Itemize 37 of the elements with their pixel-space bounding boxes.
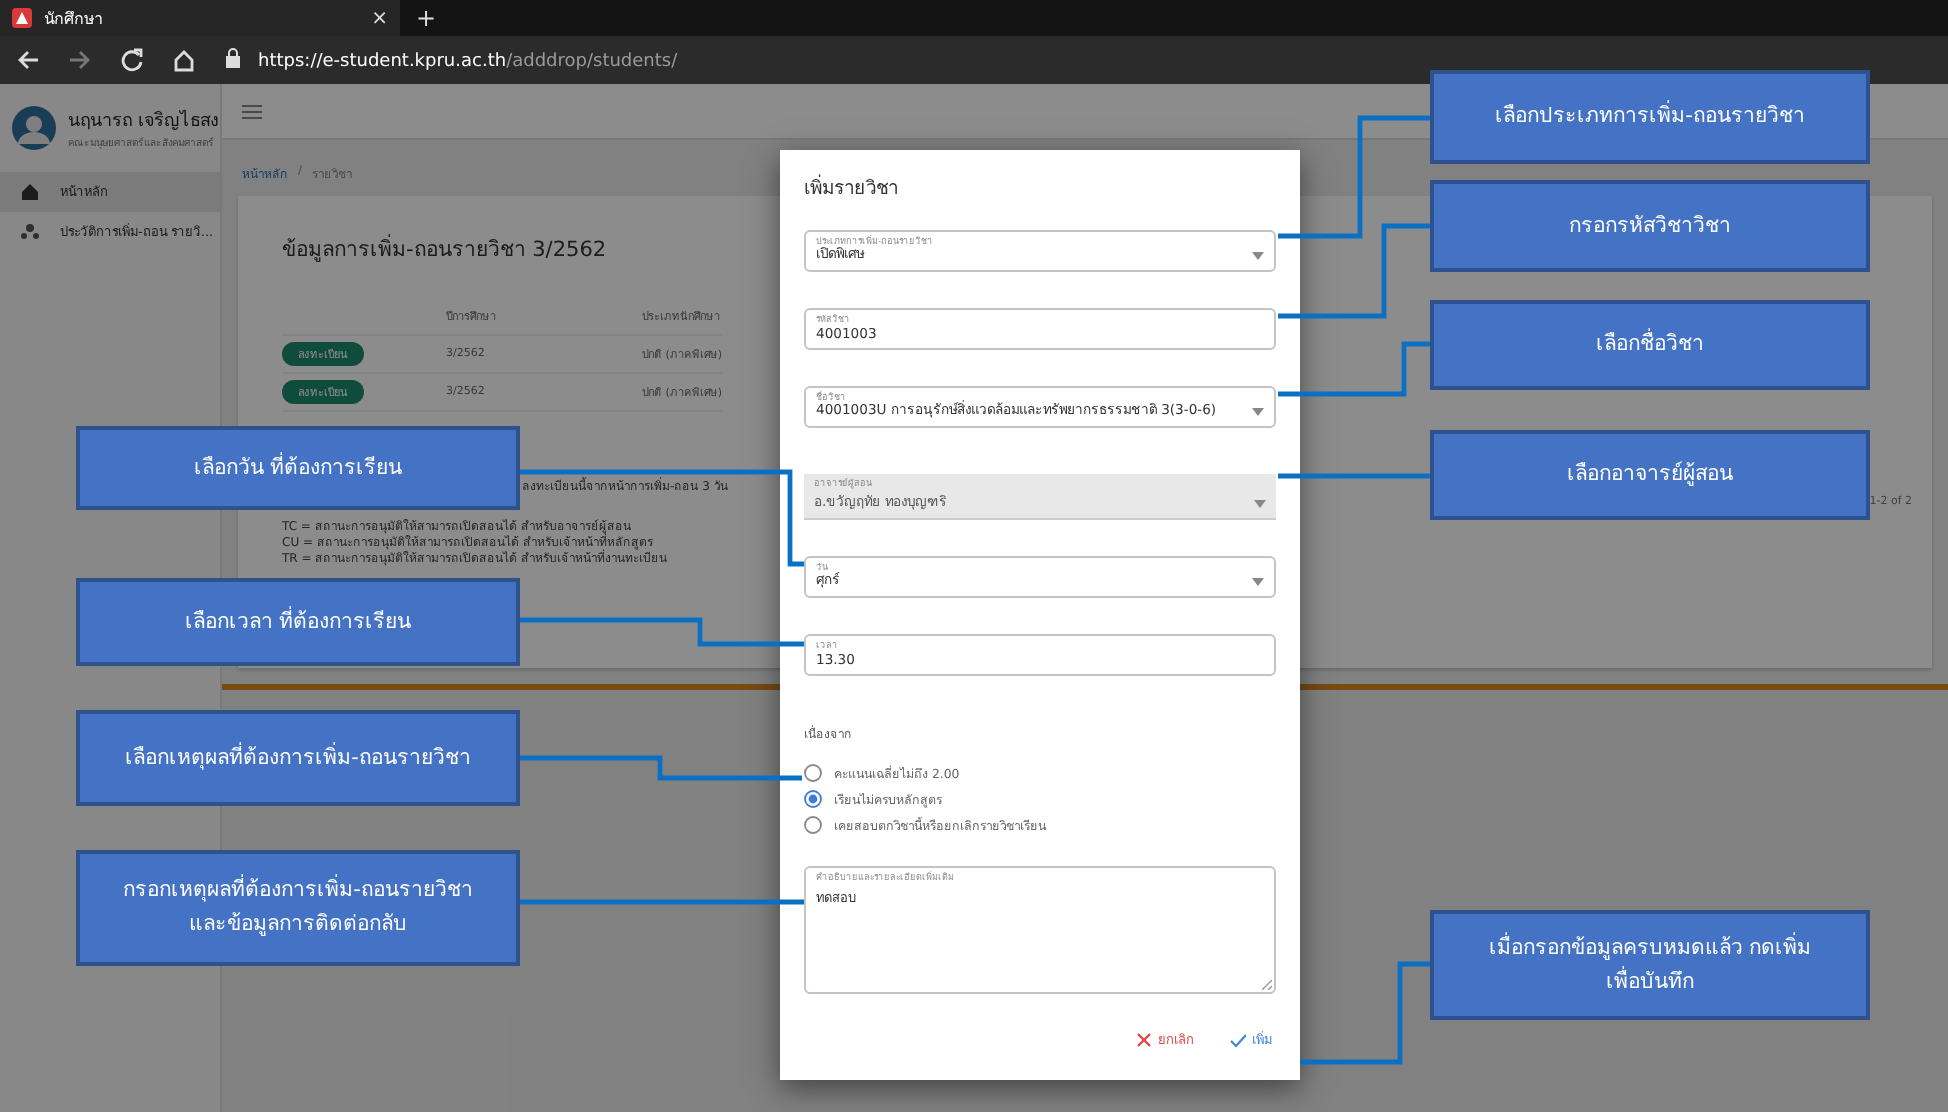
browser-tab[interactable]: นักศึกษา ×: [0, 0, 400, 36]
caret-icon: [1252, 408, 1264, 416]
home-icon: [20, 182, 40, 202]
user-name: นฤนารถ เจริญไธสง: [68, 108, 218, 134]
close-tab-button[interactable]: ×: [371, 7, 388, 29]
resize-grip-icon: [1262, 980, 1272, 990]
callout-box: เลือกเหตุผลที่ต้องการเพิ่ม-ถอนรายวิชา: [76, 710, 520, 806]
forward-icon[interactable]: [68, 48, 92, 72]
radio-button[interactable]: [804, 764, 822, 782]
callout-box: เลือกวัน ที่ต้องการเรียน: [76, 426, 520, 510]
caret-icon: [1252, 252, 1264, 260]
people-icon: [20, 222, 40, 242]
address-bar[interactable]: https://e-student.kpru.ac.th/adddrop/students/: [224, 48, 678, 72]
avatar-icon: [12, 106, 56, 150]
caret-icon: [1254, 500, 1266, 508]
callout-box: กรอกรหัสวิชาวิชา: [1430, 180, 1870, 272]
callout-box: เลือกชื่อวิชา: [1430, 300, 1870, 390]
reload-icon[interactable]: [120, 48, 144, 72]
menu-icon[interactable]: [242, 103, 262, 119]
new-tab-button[interactable]: +: [400, 4, 453, 32]
dialog-title: เพิ่มรายวิชา: [804, 172, 900, 202]
check-icon: [1230, 1032, 1246, 1048]
lock-icon: [224, 48, 242, 68]
callout-box: เลือกประเภทการเพิ่ม-ถอนรายวิชา: [1430, 70, 1870, 164]
card-title: ข้อมูลการเพิ่ม-ถอนรายวิชา 3/2562: [282, 232, 607, 266]
radio-button[interactable]: [804, 790, 822, 808]
callout-box: เลือกอาจารย์ผู้สอน: [1430, 430, 1870, 520]
callout-box: เลือกเวลา ที่ต้องการเรียน: [76, 578, 520, 666]
radio-button[interactable]: [804, 816, 822, 834]
back-icon[interactable]: [16, 48, 40, 72]
leader-line: [1300, 961, 1430, 1065]
site-icon: [12, 8, 32, 28]
caret-icon: [1252, 578, 1264, 586]
callout-box: เมื่อกรอกข้อมูลครบหมดแล้ว กดเพิ่ม เพื่อบันทึก: [1430, 910, 1870, 1020]
callout-box: กรอกเหตุผลที่ต้องการเพิ่ม-ถอนรายวิชา และข้อมูลการติดต่อกลับ: [76, 850, 520, 966]
home-icon[interactable]: [172, 48, 196, 72]
close-icon: [1136, 1032, 1152, 1048]
